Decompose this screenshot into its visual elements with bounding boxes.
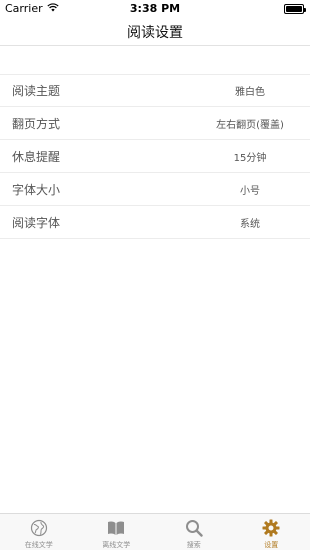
search-icon <box>184 518 204 538</box>
setting-label: 阅读主题 <box>12 84 61 98</box>
tab-label: 在线文学 <box>24 541 53 549</box>
status-bar: Carrier 3:38 PM <box>0 0 310 18</box>
tab-settings[interactable]: 设置 <box>233 514 311 550</box>
setting-label: 休息提醒 <box>12 149 61 164</box>
globe-icon <box>29 518 49 538</box>
status-time: 3:38 PM <box>129 2 181 15</box>
setting-value: 小号 <box>240 185 260 197</box>
tab-offline-literature[interactable]: 离线文学 <box>78 514 156 550</box>
setting-label: 翻页方式 <box>12 116 61 131</box>
setting-label: 字体大小 <box>12 182 61 197</box>
gear-icon <box>261 518 281 538</box>
setting-row-rest-reminder[interactable]: 休息提醒 15分钟 <box>0 140 310 173</box>
battery-icon <box>284 4 306 14</box>
setting-row-reading-font[interactable]: 阅读字体 系统 <box>0 206 310 239</box>
setting-value: 雅白色 <box>235 87 265 98</box>
battery-fill <box>286 6 302 12</box>
tab-online-literature[interactable]: 在线文学 <box>0 514 78 550</box>
setting-value: 15分钟 <box>233 152 267 164</box>
tab-bar: 在线文学 离线文学 搜索 设置 <box>0 513 310 550</box>
navigation-bar: 阅读设置 <box>0 18 310 46</box>
page-title: 阅读设置 <box>127 25 183 41</box>
setting-row-reading-theme[interactable]: 阅读主题 雅白色 <box>0 74 310 107</box>
tab-search[interactable]: 搜索 <box>155 514 233 550</box>
setting-row-page-turn-mode[interactable]: 翻页方式 左右翻页(覆盖) <box>0 107 310 140</box>
tab-label: 搜索 <box>186 541 201 549</box>
tab-label: 设置 <box>264 541 279 549</box>
setting-row-font-size[interactable]: 字体大小 小号 <box>0 173 310 206</box>
tab-label: 离线文学 <box>102 541 131 549</box>
setting-label: 阅读字体 <box>12 215 61 230</box>
book-icon <box>106 518 126 538</box>
settings-list: 阅读主题 雅白色 翻页方式 左右翻页(覆盖) 休息提醒 15分钟 字体大小 小号… <box>0 74 310 239</box>
setting-value: 系统 <box>240 218 260 230</box>
setting-value: 左右翻页(覆盖) <box>216 119 284 131</box>
